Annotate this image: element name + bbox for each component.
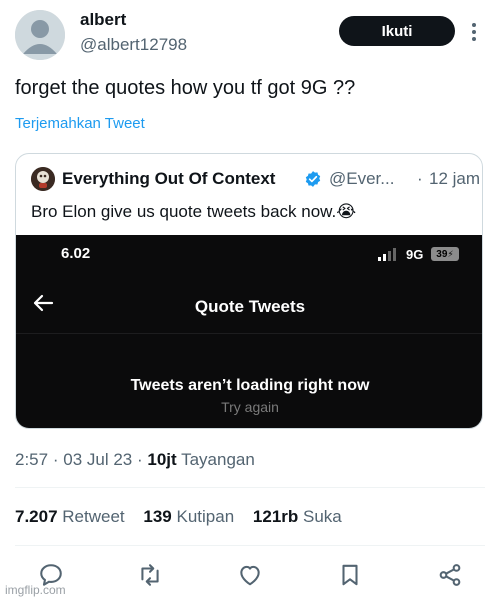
quoted-author-name: Everything Out Of Context xyxy=(62,169,276,188)
battery-level: 39 xyxy=(436,248,448,260)
retweets-count[interactable]: 7.207 xyxy=(15,507,58,526)
like-icon[interactable] xyxy=(237,562,263,588)
more-options-icon[interactable] xyxy=(465,20,483,44)
watermark: imgflip.com xyxy=(5,583,66,597)
retweets-label[interactable]: Retweet xyxy=(62,507,124,526)
author-handle[interactable]: @albert12798 xyxy=(80,35,187,55)
divider xyxy=(15,487,485,488)
author-name[interactable]: albert xyxy=(80,10,126,30)
signal-bars-icon xyxy=(378,247,400,266)
tweet-meta: 2:57 · 03 Jul 23 · 10jt Tayangan xyxy=(15,450,255,470)
quotes-count[interactable]: 139 xyxy=(143,507,171,526)
quoted-tweet-text: Bro Elon give us quote tweets back now.😭 xyxy=(31,202,357,221)
separator-dot: · xyxy=(52,450,59,469)
avatar[interactable] xyxy=(15,10,65,60)
tweet-text: forget the quotes how you tf got 9G ?? xyxy=(15,77,356,99)
separator-dot: · xyxy=(136,450,143,469)
quoted-media-screenshot[interactable]: 6.02 9G 39 ⚡ Quote Tweets Tweets aren’t l… xyxy=(16,235,482,428)
views-label: Tayangan xyxy=(181,450,255,469)
retweet-icon[interactable] xyxy=(137,562,163,588)
quoted-tweet[interactable]: Everything Out Of Context @Ever... · 12 … xyxy=(15,153,483,429)
default-avatar-icon xyxy=(15,10,65,60)
bookmark-icon[interactable] xyxy=(337,562,363,588)
engagement-stats: 7.207 Retweet 139 Kutipan 121rb Suka xyxy=(15,507,356,527)
separator-dot: · xyxy=(417,169,423,188)
screenshot-title: Quote Tweets xyxy=(194,297,306,316)
quoted-avatar xyxy=(31,167,55,191)
quoted-timestamp: 12 jam xyxy=(429,169,481,188)
follow-button[interactable]: Ikuti xyxy=(339,16,455,46)
share-icon[interactable] xyxy=(437,562,463,588)
network-label: 9G xyxy=(406,247,424,262)
translate-tweet-link[interactable]: Terjemahkan Tweet xyxy=(15,115,145,132)
tweet-time[interactable]: 2:57 xyxy=(15,450,48,469)
try-again-text: Try again xyxy=(221,399,279,415)
verified-badge-icon xyxy=(304,170,322,188)
quotes-label[interactable]: Kutipan xyxy=(177,507,235,526)
divider xyxy=(16,333,482,334)
battery-icon: 39 ⚡ xyxy=(431,247,459,261)
likes-label[interactable]: Suka xyxy=(303,507,342,526)
divider xyxy=(15,545,485,546)
status-bar-clock: 6.02 xyxy=(61,245,91,262)
tweet-date[interactable]: 03 Jul 23 xyxy=(63,450,132,469)
quoted-author-handle: @Ever... xyxy=(329,169,395,188)
views-count: 10jt xyxy=(147,450,177,469)
error-message: Tweets aren’t loading right now xyxy=(130,377,370,394)
likes-count[interactable]: 121rb xyxy=(253,507,298,526)
